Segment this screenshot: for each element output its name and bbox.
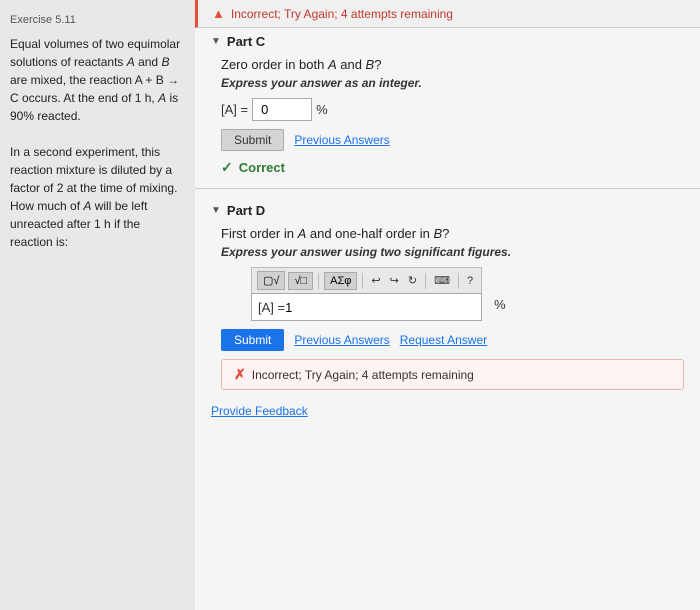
part-d-input-wrapper: [A] = bbox=[251, 293, 482, 321]
math-toolbar: ▢√ √□ ΑΣφ ↩ ↪ ↻ ⌨ ? bbox=[251, 267, 482, 293]
part-d-unit: % bbox=[494, 297, 506, 312]
top-incorrect-banner: ▲ Incorrect; Try Again; 4 attempts remai… bbox=[195, 0, 700, 28]
toolbar-sigma-btn[interactable]: ΑΣφ bbox=[324, 272, 357, 290]
part-c-previous-answers[interactable]: Previous Answers bbox=[294, 133, 389, 147]
part-d-incorrect-text: Incorrect; Try Again; 4 attempts remaini… bbox=[252, 368, 474, 382]
part-c-answer-display: 0 bbox=[252, 98, 312, 121]
part-d-instruction: Express your answer using two significan… bbox=[221, 245, 684, 259]
provide-feedback-link[interactable]: Provide Feedback bbox=[195, 394, 700, 428]
part-d-incorrect-banner: ✗ Incorrect; Try Again; 4 attempts remai… bbox=[221, 359, 684, 390]
part-d-label: Part D bbox=[227, 203, 265, 218]
part-c-question: Zero order in both A and B? bbox=[221, 57, 684, 72]
check-icon: ✓ bbox=[221, 159, 233, 176]
part-c-header: ▼ Part C bbox=[211, 34, 684, 49]
part-d-input-field-row: [A] = bbox=[252, 294, 481, 320]
toolbar-separator-1 bbox=[318, 273, 319, 289]
help-icon: ? bbox=[464, 273, 476, 289]
part-c-input-row: [A] = 0 % bbox=[221, 98, 684, 121]
part-c-input-label: [A] = bbox=[221, 102, 248, 117]
part-d-button-row: Submit Previous Answers Request Answer bbox=[221, 329, 684, 351]
right-panel: ▲ Incorrect; Try Again; 4 attempts remai… bbox=[195, 0, 700, 610]
part-d-question: First order in A and one-half order in B… bbox=[221, 226, 684, 241]
part-c-correct-row: ✓ Correct bbox=[221, 159, 684, 176]
undo-icon[interactable]: ↩ bbox=[368, 272, 383, 289]
part-c-instruction: Express your answer as an integer. bbox=[221, 76, 684, 90]
part-d-previous-answers[interactable]: Previous Answers bbox=[294, 333, 389, 347]
part-d-x-icon: ✗ bbox=[234, 366, 246, 383]
part-d-request-answer[interactable]: Request Answer bbox=[400, 333, 487, 347]
correct-text: Correct bbox=[239, 160, 285, 175]
toolbar-sqrt-btn[interactable]: √□ bbox=[288, 272, 313, 290]
redo-icon[interactable]: ↪ bbox=[387, 272, 402, 289]
part-c-section: ▼ Part C Zero order in both A and B? Exp… bbox=[195, 28, 700, 180]
part-d-input-label: [A] = bbox=[258, 300, 285, 315]
part-d-input[interactable] bbox=[285, 300, 365, 315]
part-c-triangle: ▼ bbox=[211, 36, 221, 47]
part-d-header: ▼ Part D bbox=[211, 203, 684, 218]
keyboard-icon[interactable]: ⌨ bbox=[431, 272, 453, 289]
part-d-input-line: ▢√ √□ ΑΣφ ↩ ↪ ↻ ⌨ ? bbox=[221, 267, 684, 321]
toolbar-separator-4 bbox=[458, 273, 459, 289]
part-d-section: ▼ Part D First order in A and one-half o… bbox=[195, 197, 700, 394]
top-x-icon: ▲ bbox=[212, 6, 225, 21]
toolbar-separator-3 bbox=[425, 273, 426, 289]
refresh-icon[interactable]: ↻ bbox=[405, 272, 420, 289]
left-panel: Exercise 5.11 Equal volumes of two equim… bbox=[0, 0, 195, 610]
part-c-content: Zero order in both A and B? Express your… bbox=[221, 57, 684, 176]
top-banner-text: Incorrect; Try Again; 4 attempts remaini… bbox=[231, 7, 453, 21]
part-d-content: First order in A and one-half order in B… bbox=[221, 226, 684, 390]
exercise-label: Exercise 5.11 bbox=[10, 12, 185, 29]
section-divider bbox=[195, 188, 700, 189]
part-c-submit-button[interactable]: Submit bbox=[221, 129, 284, 151]
toolbar-separator-2 bbox=[362, 273, 363, 289]
part-c-button-row: Submit Previous Answers bbox=[221, 129, 684, 151]
problem-text: Equal volumes of two equimolar solutions… bbox=[10, 35, 185, 251]
part-c-unit: % bbox=[316, 102, 328, 117]
part-d-triangle: ▼ bbox=[211, 205, 221, 216]
part-c-label: Part C bbox=[227, 34, 265, 49]
part-d-submit-button[interactable]: Submit bbox=[221, 329, 284, 351]
toolbar-matrix-btn[interactable]: ▢√ bbox=[257, 271, 285, 290]
